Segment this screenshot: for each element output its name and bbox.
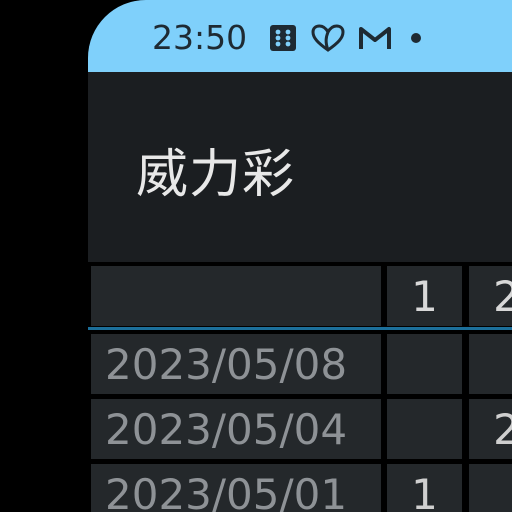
- status-time: 23:50: [152, 18, 248, 57]
- table-header-cell: 2: [469, 266, 512, 326]
- table-header-cell: [91, 266, 381, 326]
- fitness-heart-icon: [310, 23, 346, 53]
- table-row-date[interactable]: 2023/05/04: [91, 399, 381, 459]
- grid-notification-icon: [268, 23, 298, 53]
- table-header-cell: 1: [387, 266, 462, 326]
- table-row-date[interactable]: 2023/05/01: [91, 464, 381, 512]
- header-divider: [88, 327, 512, 330]
- status-bar: 23:50: [88, 0, 512, 72]
- dot-indicator-icon: [404, 28, 424, 48]
- table-cell[interactable]: [469, 464, 512, 512]
- table-cell[interactable]: [469, 334, 512, 394]
- table-cell[interactable]: 2: [469, 399, 512, 459]
- lottery-table: 1 2 2023/05/08 2023/05/04 2 2023/05/01 1: [88, 262, 512, 512]
- table-cell[interactable]: [387, 399, 462, 459]
- table-row-date[interactable]: 2023/05/08: [91, 334, 381, 394]
- gmail-icon: [358, 24, 392, 52]
- app-title: 威力彩: [136, 145, 296, 205]
- status-icons: [268, 20, 424, 56]
- phone-screen: 23:50 威力彩 1 2 2023/05/08 2023/05/04 2 20…: [88, 0, 512, 512]
- app-bar: 威力彩: [88, 72, 512, 262]
- table-cell[interactable]: [387, 334, 462, 394]
- table-cell[interactable]: 1: [387, 464, 462, 512]
